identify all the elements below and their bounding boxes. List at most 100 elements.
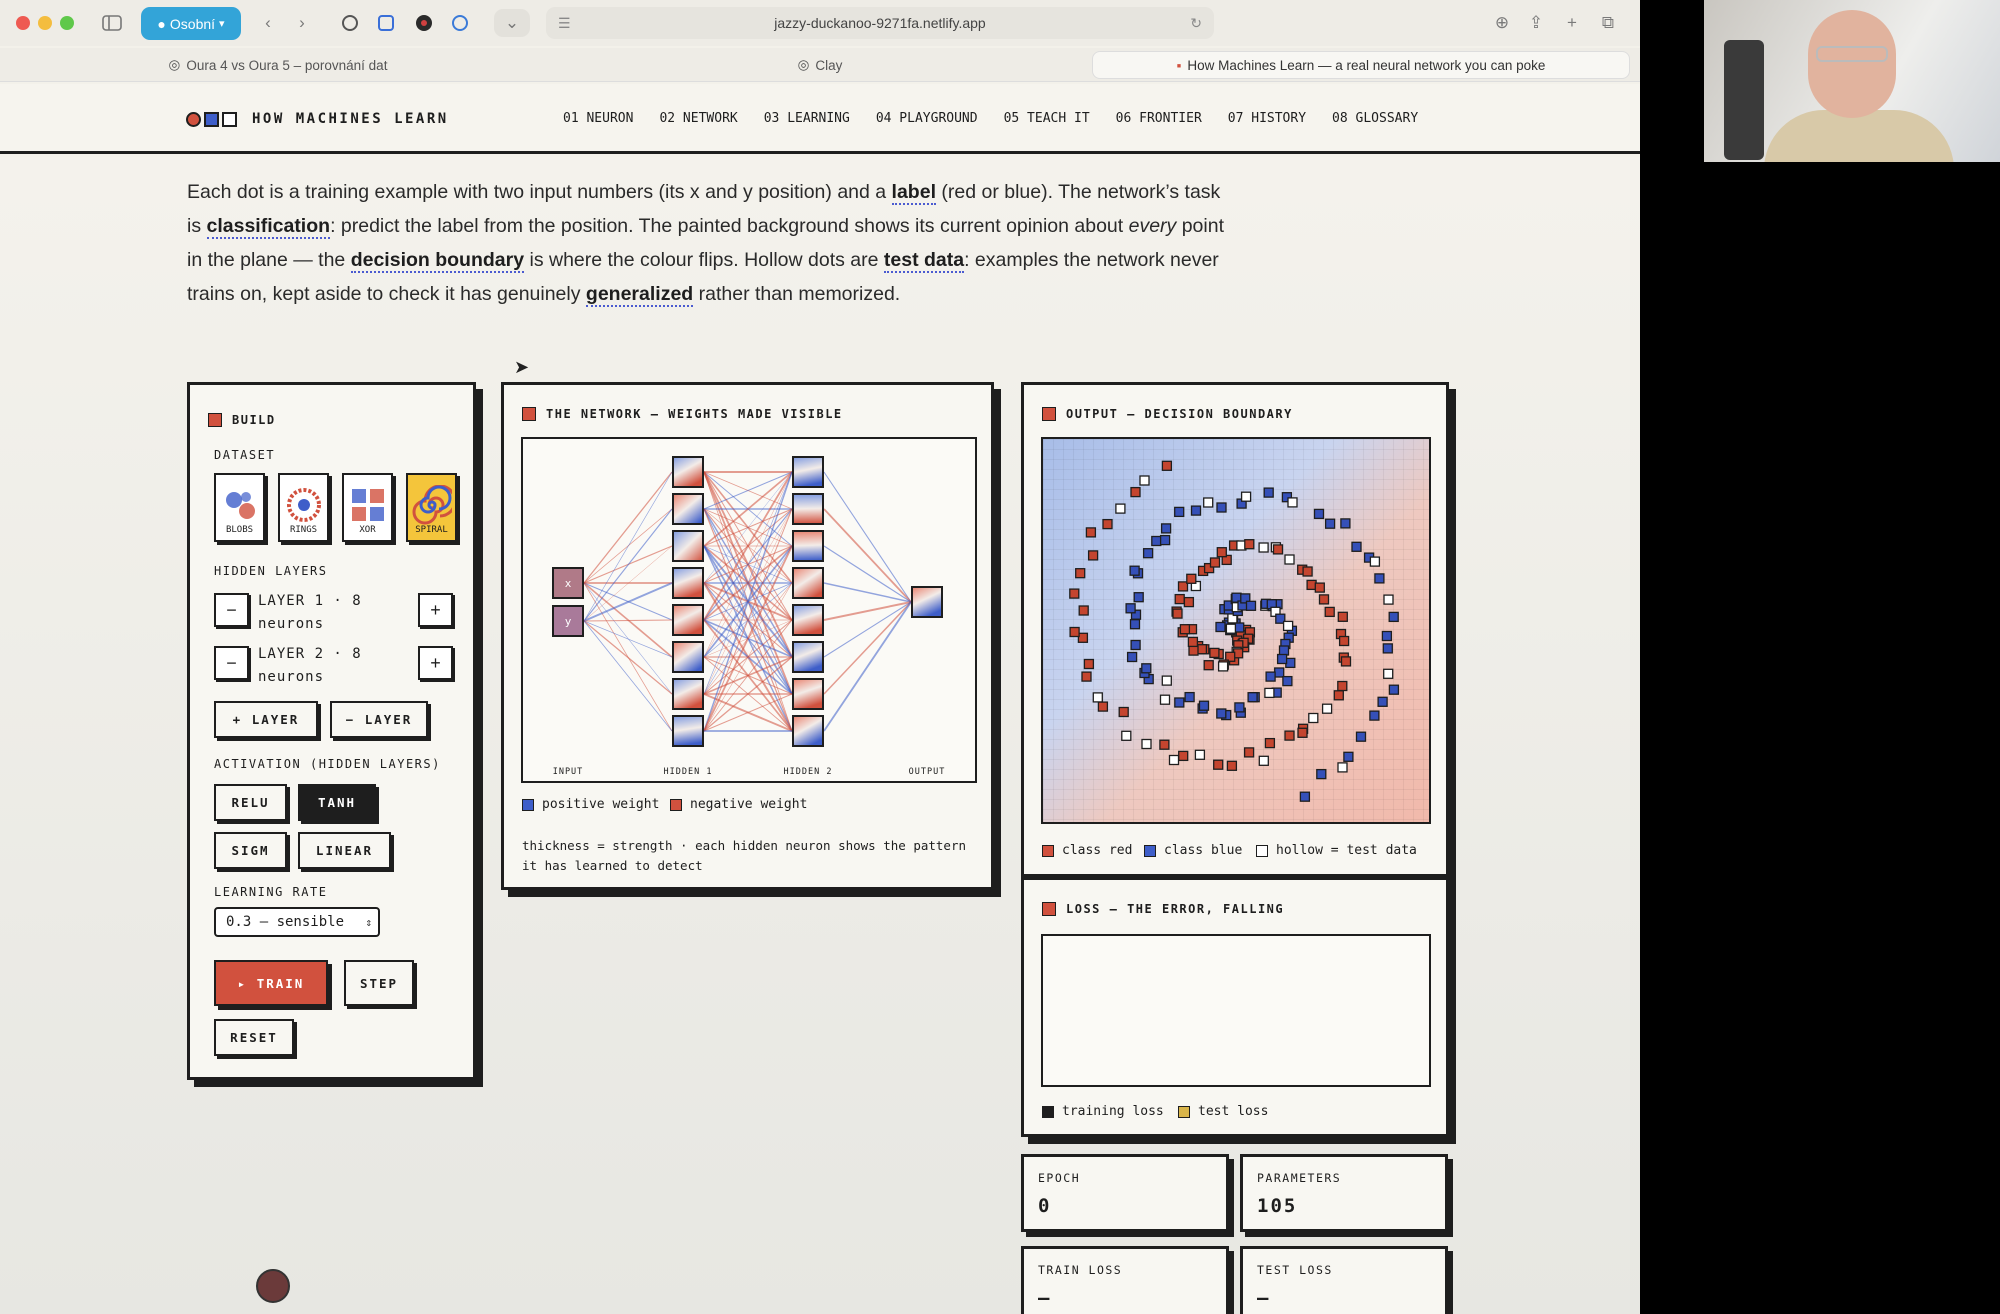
layer-2-add-neuron-button[interactable]: + <box>418 646 453 680</box>
glasses-icon <box>1816 46 1888 62</box>
glossary-link-decision-boundary[interactable]: decision boundary <box>350 249 525 273</box>
extension-4-icon[interactable] <box>446 9 474 37</box>
test-point <box>1321 703 1333 714</box>
hidden-2-neuron[interactable] <box>792 530 824 562</box>
dataset-xor-button[interactable]: XOR <box>342 473 393 542</box>
hidden-1-neuron[interactable] <box>672 493 704 525</box>
site-logo[interactable]: HOW MACHINES LEARN <box>186 111 449 127</box>
red-training-point <box>1243 747 1255 758</box>
add-layer-button[interactable]: + LAYER <box>214 701 318 738</box>
red-training-point <box>1081 671 1092 682</box>
training-loss-legend: training loss <box>1042 1104 1164 1119</box>
hidden-2-neuron[interactable] <box>792 641 824 673</box>
glossary-link-generalized[interactable]: generalized <box>585 283 694 307</box>
extension-3-icon[interactable] <box>410 9 438 37</box>
hidden-1-neuron[interactable] <box>672 715 704 747</box>
layer-1-remove-neuron-button[interactable]: − <box>214 593 249 627</box>
activation-linear-button[interactable]: LINEAR <box>298 832 391 869</box>
nav-playground[interactable]: 04 PLAYGROUND <box>876 111 978 126</box>
close-window-button[interactable] <box>16 16 30 30</box>
sidebar-toggle-icon[interactable] <box>96 9 128 37</box>
nav-learning[interactable]: 03 LEARNING <box>764 111 850 126</box>
address-bar[interactable]: jazzy-duckanoo-9271fa.netlify.app ↻ ☰ <box>546 7 1214 39</box>
reset-button[interactable]: RESET <box>214 1019 294 1056</box>
hidden-1-neuron[interactable] <box>672 456 704 488</box>
test-data-legend: hollow = test data <box>1256 843 1417 858</box>
test-point <box>1240 491 1252 502</box>
test-point <box>1225 623 1237 634</box>
nav-frontier[interactable]: 06 FRONTIER <box>1116 111 1202 126</box>
activation-sigm-button[interactable]: SIGM <box>214 832 287 869</box>
profile-button[interactable]: ● Osobní ▾ <box>141 7 241 40</box>
reload-icon[interactable]: ↻ <box>1190 15 1202 32</box>
train-button[interactable]: ▸ TRAIN <box>214 960 328 1006</box>
extension-2-icon[interactable] <box>372 9 400 37</box>
layer-2-remove-neuron-button[interactable]: − <box>214 646 249 680</box>
input-node-x[interactable]: x <box>552 567 584 599</box>
step-button[interactable]: STEP <box>344 960 414 1006</box>
output-neuron[interactable] <box>911 586 943 618</box>
tab-how-machines-learn[interactable]: ▪ How Machines Learn — a real neural netw… <box>1092 51 1630 79</box>
new-tab-icon[interactable]: + <box>1558 9 1586 37</box>
remove-layer-button[interactable]: − LAYER <box>330 701 428 738</box>
hidden-1-neuron[interactable] <box>672 678 704 710</box>
hidden-2-neuron[interactable] <box>792 604 824 636</box>
glossary-link-test-data[interactable]: test data <box>883 249 965 273</box>
learning-rate-select[interactable]: 0.3 — sensible ⇕ <box>214 907 380 937</box>
hidden-1-neuron[interactable] <box>672 530 704 562</box>
hidden-2-neuron[interactable] <box>792 567 824 599</box>
share-icon[interactable]: ⇪ <box>1522 9 1550 37</box>
panel-marker-icon <box>208 413 222 427</box>
dataset-rings-button[interactable]: RINGS <box>278 473 329 542</box>
extension-1-icon[interactable] <box>336 9 364 37</box>
back-icon[interactable]: ‹ <box>254 9 282 37</box>
tab-overview-icon[interactable]: ⧉ <box>1594 9 1622 37</box>
test-point <box>1161 675 1172 686</box>
layer-1-add-neuron-button[interactable]: + <box>418 593 453 627</box>
red-training-point <box>1203 660 1214 671</box>
activation-tanh-button[interactable]: TANH <box>298 784 376 821</box>
decision-boundary-plot[interactable] <box>1041 437 1431 824</box>
dataset-blobs-button[interactable]: BLOBS <box>214 473 265 542</box>
glossary-link-label[interactable]: label <box>891 181 936 205</box>
tab-overview-chevron-icon[interactable]: ⌄ <box>494 9 530 37</box>
downloads-icon[interactable]: ⊕ <box>1488 9 1516 37</box>
nav-glossary[interactable]: 08 GLOSSARY <box>1332 111 1418 126</box>
nav-history[interactable]: 07 HISTORY <box>1228 111 1306 126</box>
class-blue-label: class blue <box>1164 843 1243 858</box>
glossary-link-classification[interactable]: classification <box>206 215 331 239</box>
blue-training-point <box>1263 487 1274 498</box>
minimize-window-button[interactable] <box>38 16 52 30</box>
zoom-window-button[interactable] <box>60 16 74 30</box>
blue-training-point <box>1126 651 1138 663</box>
mouse-cursor-icon: ➤ <box>514 357 530 377</box>
page-settings-icon[interactable]: ☰ <box>558 15 571 32</box>
nav-network[interactable]: 02 NETWORK <box>659 111 737 126</box>
floating-avatar[interactable] <box>256 1269 290 1303</box>
build-panel: BUILD DATASET BLOBS RINGS XOR SPIRAL HID… <box>187 382 476 1080</box>
red-training-point <box>1159 739 1170 750</box>
tab-clay[interactable]: ◎ Clay <box>550 51 1090 79</box>
hidden-2-neuron[interactable] <box>792 715 824 747</box>
blue-training-point <box>1278 645 1290 656</box>
blue-training-point <box>1382 643 1393 654</box>
xor-thumbnail-icon <box>351 489 384 521</box>
hidden-1-neuron[interactable] <box>672 567 704 599</box>
activation-relu-button[interactable]: RELU <box>214 784 287 821</box>
hidden-2-neuron[interactable] <box>792 456 824 488</box>
red-training-point <box>1284 730 1295 741</box>
forward-icon[interactable]: › <box>288 9 316 37</box>
dataset-spiral-button[interactable]: SPIRAL <box>406 473 457 542</box>
input-node-y[interactable]: y <box>552 605 584 637</box>
nav-neuron[interactable]: 01 NEURON <box>563 111 633 126</box>
blue-training-point <box>1215 621 1226 633</box>
nav-teach-it[interactable]: 05 TEACH IT <box>1004 111 1090 126</box>
epoch-stat: EPOCH 0 <box>1021 1154 1229 1232</box>
test-point <box>1287 497 1298 508</box>
hidden-1-neuron[interactable] <box>672 641 704 673</box>
hidden-2-neuron[interactable] <box>792 678 824 710</box>
learning-rate-value: 0.3 — sensible <box>226 914 345 930</box>
hidden-1-neuron[interactable] <box>672 604 704 636</box>
hidden-2-neuron[interactable] <box>792 493 824 525</box>
tab-oura[interactable]: ◎ Oura 4 vs Oura 5 – porovnání dat <box>8 51 548 79</box>
